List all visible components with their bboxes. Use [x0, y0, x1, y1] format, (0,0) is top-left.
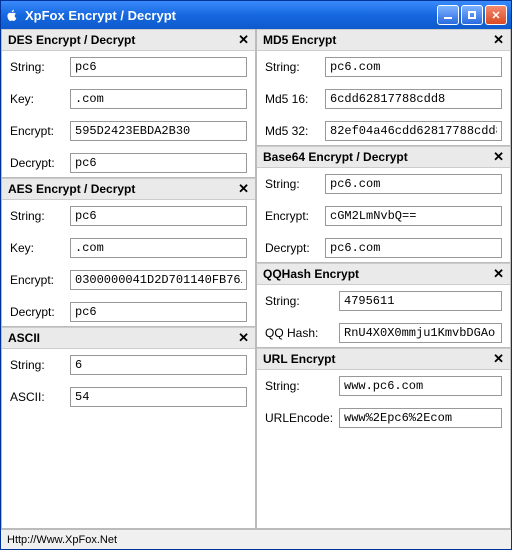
minimize-button[interactable]: [437, 5, 459, 25]
des-encrypt-label: Encrypt:: [10, 124, 66, 138]
base64-panel: Base64 Encrypt / Decrypt ✕ String: Encry…: [256, 146, 511, 263]
close-icon[interactable]: ✕: [493, 266, 504, 282]
base64-encrypt-label: Encrypt:: [265, 209, 321, 223]
statusbar-url: Http://Www.XpFox.Net: [7, 534, 117, 546]
md5-string-label: String:: [265, 60, 321, 74]
aes-decrypt-label: Decrypt:: [10, 305, 66, 319]
des-panel-header: DES Encrypt / Decrypt ✕: [2, 29, 255, 51]
ascii-value-input[interactable]: [70, 387, 247, 407]
close-icon[interactable]: ✕: [238, 330, 249, 346]
ascii-string-input[interactable]: [70, 355, 247, 375]
des-key-label: Key:: [10, 92, 66, 106]
url-panel-title: URL Encrypt: [263, 352, 493, 366]
qqhash-string-input[interactable]: [339, 291, 502, 311]
close-icon[interactable]: ✕: [493, 351, 504, 367]
ascii-panel: ASCII ✕ String: ASCII:: [1, 327, 256, 529]
aes-panel-title: AES Encrypt / Decrypt: [8, 182, 238, 196]
aes-encrypt-input[interactable]: [70, 270, 247, 290]
ascii-panel-title: ASCII: [8, 331, 238, 345]
url-panel: URL Encrypt ✕ String: URLEncode:: [256, 348, 511, 529]
qqhash-string-label: String:: [265, 294, 335, 308]
statusbar: Http://Www.XpFox.Net: [1, 529, 511, 549]
aes-key-label: Key:: [10, 241, 66, 255]
des-encrypt-input[interactable]: [70, 121, 247, 141]
base64-string-label: String:: [265, 177, 321, 191]
qqhash-panel-header: QQHash Encrypt ✕: [257, 263, 510, 285]
md5-panel: MD5 Encrypt ✕ String: Md5 16: Md5 32:: [256, 29, 511, 146]
des-decrypt-label: Decrypt:: [10, 156, 66, 170]
close-icon[interactable]: ✕: [493, 149, 504, 165]
url-panel-header: URL Encrypt ✕: [257, 348, 510, 370]
des-panel: DES Encrypt / Decrypt ✕ String: Key: Enc…: [1, 29, 256, 178]
md5-32-input[interactable]: [325, 121, 502, 141]
close-icon[interactable]: ✕: [493, 32, 504, 48]
des-string-input[interactable]: [70, 57, 247, 77]
aes-string-label: String:: [10, 209, 66, 223]
url-string-input[interactable]: [339, 376, 502, 396]
ascii-string-label: String:: [10, 358, 66, 372]
aes-string-input[interactable]: [70, 206, 247, 226]
qqhash-panel: QQHash Encrypt ✕ String: QQ Hash:: [256, 263, 511, 348]
md5-16-input[interactable]: [325, 89, 502, 109]
qqhash-hash-input[interactable]: [339, 323, 502, 343]
base64-encrypt-input[interactable]: [325, 206, 502, 226]
url-encode-input[interactable]: [339, 408, 502, 428]
close-icon[interactable]: ✕: [238, 181, 249, 197]
md5-32-label: Md5 32:: [265, 124, 321, 138]
close-button[interactable]: ✕: [485, 5, 507, 25]
qqhash-panel-title: QQHash Encrypt: [263, 267, 493, 281]
url-encode-label: URLEncode:: [265, 411, 335, 425]
titlebar[interactable]: XpFox Encrypt / Decrypt ✕: [1, 1, 511, 29]
aes-panel: AES Encrypt / Decrypt ✕ String: Key: Enc…: [1, 178, 256, 327]
des-key-input[interactable]: [70, 89, 247, 109]
base64-panel-title: Base64 Encrypt / Decrypt: [263, 150, 493, 164]
aes-panel-header: AES Encrypt / Decrypt ✕: [2, 178, 255, 200]
md5-panel-title: MD5 Encrypt: [263, 33, 493, 47]
des-string-label: String:: [10, 60, 66, 74]
app-body: DES Encrypt / Decrypt ✕ String: Key: Enc…: [1, 29, 511, 529]
md5-string-input[interactable]: [325, 57, 502, 77]
aes-key-input[interactable]: [70, 238, 247, 258]
url-string-label: String:: [265, 379, 335, 393]
app-window: XpFox Encrypt / Decrypt ✕ DES Encrypt / …: [0, 0, 512, 550]
window-title: XpFox Encrypt / Decrypt: [25, 8, 437, 23]
md5-panel-header: MD5 Encrypt ✕: [257, 29, 510, 51]
base64-decrypt-label: Decrypt:: [265, 241, 321, 255]
base64-decrypt-input[interactable]: [325, 238, 502, 258]
qqhash-hash-label: QQ Hash:: [265, 326, 335, 340]
ascii-panel-header: ASCII ✕: [2, 327, 255, 349]
base64-panel-header: Base64 Encrypt / Decrypt ✕: [257, 146, 510, 168]
des-panel-title: DES Encrypt / Decrypt: [8, 33, 238, 47]
close-icon[interactable]: ✕: [238, 32, 249, 48]
des-decrypt-input[interactable]: [70, 153, 247, 173]
base64-string-input[interactable]: [325, 174, 502, 194]
maximize-button[interactable]: [461, 5, 483, 25]
aes-encrypt-label: Encrypt:: [10, 273, 66, 287]
ascii-value-label: ASCII:: [10, 390, 66, 404]
window-controls: ✕: [437, 5, 507, 25]
right-column: MD5 Encrypt ✕ String: Md5 16: Md5 32: Ba…: [256, 29, 511, 529]
aes-decrypt-input[interactable]: [70, 302, 247, 322]
left-column: DES Encrypt / Decrypt ✕ String: Key: Enc…: [1, 29, 256, 529]
md5-16-label: Md5 16:: [265, 92, 321, 106]
apple-logo-icon: [5, 8, 19, 22]
